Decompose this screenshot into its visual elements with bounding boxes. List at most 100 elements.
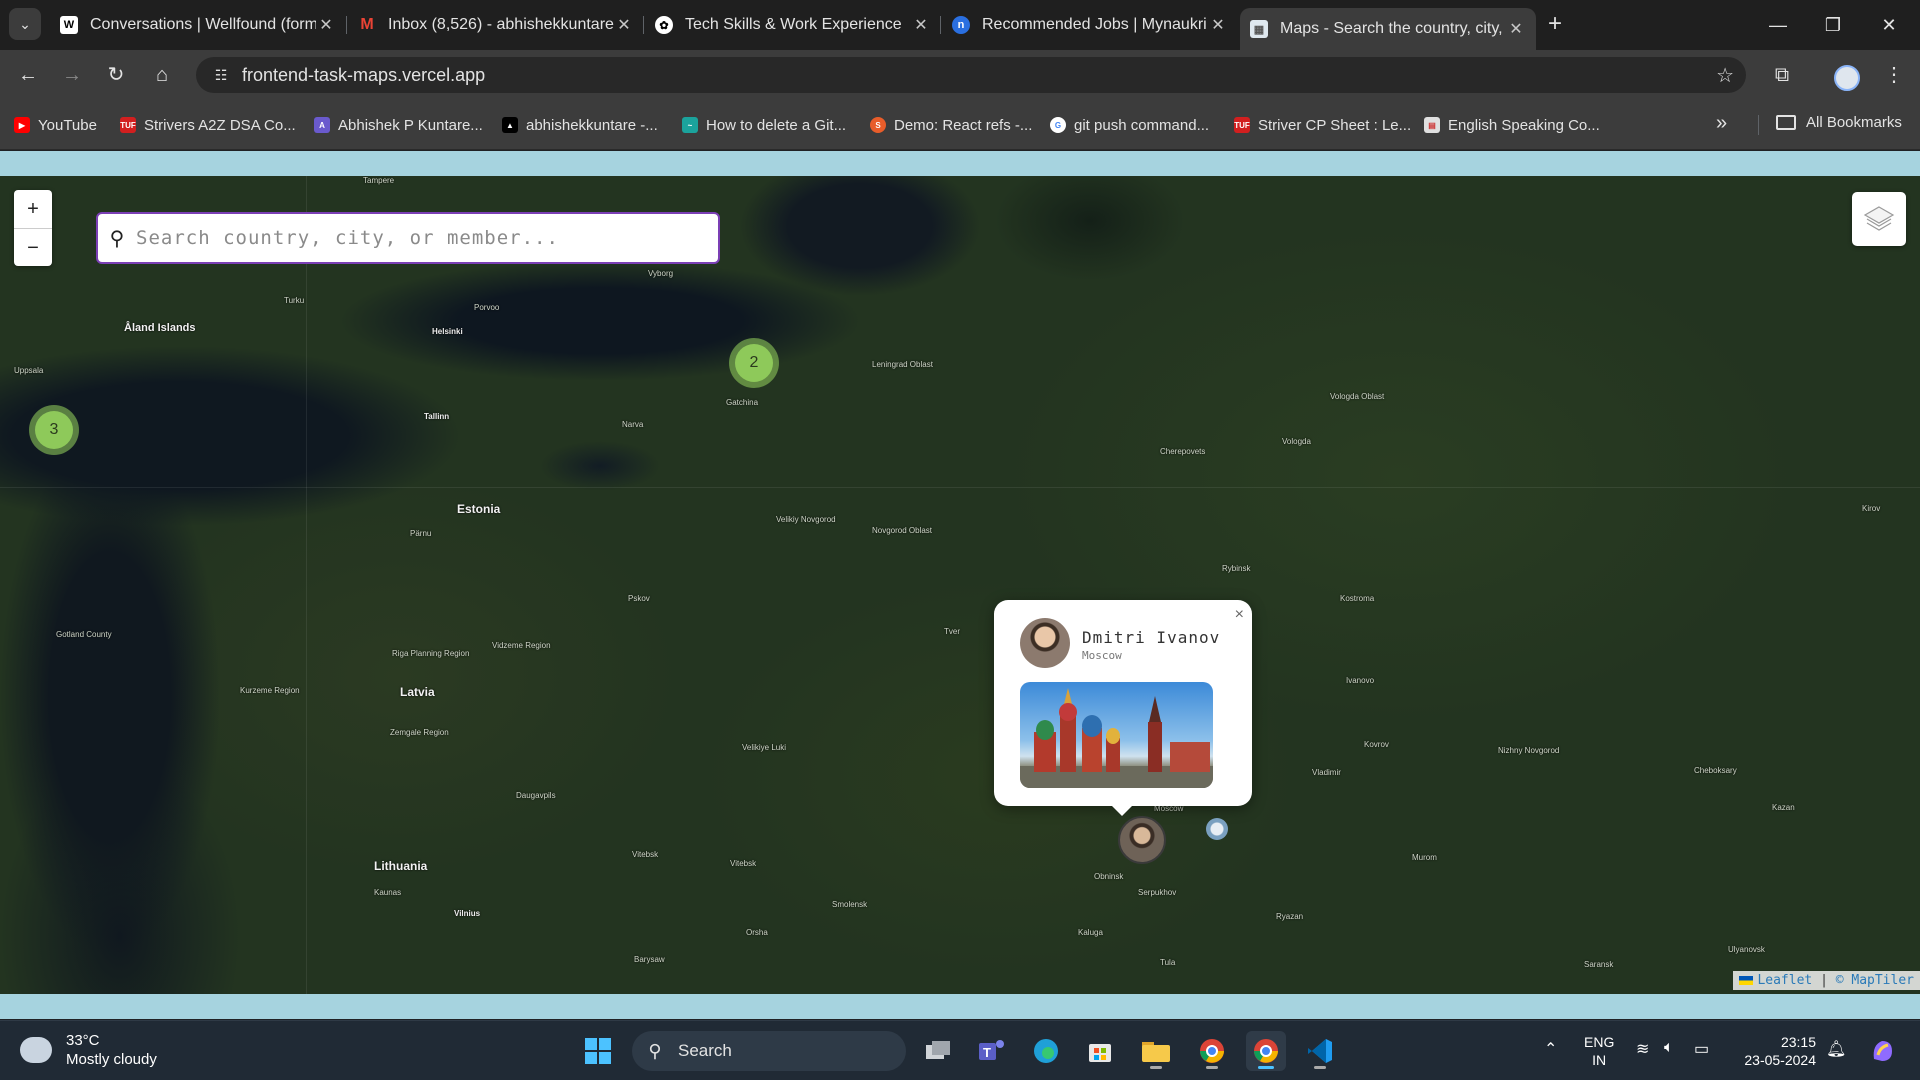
volume-icon[interactable]: 🔈︎ xyxy=(1664,1039,1674,1057)
bookmarks-divider xyxy=(1758,115,1759,135)
map-label: Cheboksary xyxy=(1694,766,1737,775)
bookmark-abhishek-profile[interactable]: A Abhishek P Kuntare... xyxy=(314,114,483,136)
zoom-out-button[interactable]: − xyxy=(14,228,52,266)
bookmark-label: English Speaking Co... xyxy=(1448,116,1600,134)
close-tab-icon[interactable]: ✕ xyxy=(316,15,336,35)
task-view-icon[interactable] xyxy=(918,1031,958,1071)
active-indicator xyxy=(1258,1066,1274,1069)
close-tab-icon[interactable]: ✕ xyxy=(1506,19,1526,39)
bookmark-youtube[interactable]: ▶ YouTube xyxy=(14,114,97,136)
bookmark-strivers-a2z[interactable]: TUF Strivers A2Z DSA Co... xyxy=(120,114,296,136)
chrome-profile-icon[interactable] xyxy=(1192,1031,1232,1071)
bookmark-react-refs[interactable]: S Demo: React refs -... xyxy=(870,114,1032,136)
tab-naukri[interactable]: n Recommended Jobs | Mynaukri ✕ xyxy=(942,8,1238,42)
new-tab-plus-icon[interactable]: + xyxy=(1540,10,1570,40)
tab-gmail[interactable]: M Inbox (8,526) - abhishekkuntare ✕ xyxy=(348,8,644,42)
battery-icon[interactable]: ▭ xyxy=(1694,1039,1709,1059)
bookmark-git-delete[interactable]: ~ How to delete a Git... xyxy=(682,114,846,136)
clock-date: 23-05-2024 xyxy=(1744,1052,1816,1068)
marker-cluster[interactable]: 2 xyxy=(729,338,779,388)
running-indicator xyxy=(1314,1066,1326,1069)
reload-icon[interactable]: ↻ xyxy=(100,59,132,91)
file-explorer-icon[interactable] xyxy=(1136,1031,1176,1071)
running-indicator xyxy=(1150,1066,1162,1069)
map-label: Vidzeme Region xyxy=(492,641,551,650)
tab-divider xyxy=(940,16,941,34)
weather-condition: Mostly cloudy xyxy=(66,1051,157,1068)
close-tab-icon[interactable]: ✕ xyxy=(614,15,634,35)
weather-widget[interactable]: 33°C Mostly cloudy xyxy=(16,1031,157,1069)
minimize-icon[interactable]: — xyxy=(1755,10,1801,40)
home-icon[interactable]: ⌂ xyxy=(146,59,178,91)
marker-cluster[interactable]: 3 xyxy=(29,405,79,455)
copilot-icon[interactable] xyxy=(1862,1031,1902,1071)
vscode-icon[interactable] xyxy=(1300,1031,1340,1071)
taskbar-search-label: Search xyxy=(678,1041,732,1060)
edge-browser-icon[interactable] xyxy=(1026,1031,1066,1071)
system-clock[interactable]: 23:15 23-05-2024 xyxy=(1736,1033,1816,1069)
bookmark-english-speaking[interactable]: ▤ English Speaking Co... xyxy=(1424,114,1600,136)
wifi-icon[interactable]: ≋ xyxy=(1636,1039,1649,1059)
tab-maps[interactable]: ▦ Maps - Search the country, city, ✕ xyxy=(1240,8,1536,50)
member-avatar xyxy=(1020,618,1070,668)
map-label: Åland Islands xyxy=(124,322,196,334)
microsoft-store-icon[interactable] xyxy=(1080,1031,1120,1071)
extensions-puzzle-icon[interactable]: ⧉ xyxy=(1766,59,1798,91)
map-label: Daugavpils xyxy=(516,791,556,800)
bookmark-striver-cp[interactable]: TUF Striver CP Sheet : Le... xyxy=(1234,114,1411,136)
restore-icon[interactable]: ❐ xyxy=(1810,10,1856,40)
wellfound-icon: W xyxy=(60,16,78,34)
windows-start-icon[interactable] xyxy=(578,1031,618,1071)
all-bookmarks-button[interactable]: All Bookmarks xyxy=(1776,114,1902,131)
bookmark-git-push[interactable]: G git push command... xyxy=(1050,114,1209,136)
chrome-active-icon[interactable] xyxy=(1246,1031,1286,1071)
map-label: Tula xyxy=(1160,958,1176,967)
map-attribution: Leaflet | © MapTiler xyxy=(1733,971,1920,990)
address-bar[interactable]: ☷ frontend-task-maps.vercel.app ☆ xyxy=(196,57,1746,93)
url-text[interactable]: frontend-task-maps.vercel.app xyxy=(242,65,485,86)
close-tab-icon[interactable]: ✕ xyxy=(911,15,931,35)
taskbar-search-box[interactable]: ⚲ Search xyxy=(632,1031,906,1071)
close-window-icon[interactable]: ✕ xyxy=(1866,10,1912,40)
site-info-icon[interactable]: ☷ xyxy=(202,67,240,84)
popup-close-button[interactable]: × xyxy=(1235,606,1244,624)
language-indicator[interactable]: ENG IN xyxy=(1584,1033,1614,1069)
bookmark-label: Strivers A2Z DSA Co... xyxy=(144,116,296,134)
graticule-line xyxy=(0,487,1920,488)
notification-bell-icon[interactable]: 🔔︎ xyxy=(1826,1039,1846,1059)
member-city: Moscow xyxy=(1082,649,1122,662)
tab-search-chevron-icon[interactable]: ⌄ xyxy=(9,8,41,40)
maptiler-link[interactable]: © MapTiler xyxy=(1836,973,1914,988)
map-label: Estonia xyxy=(457,502,501,516)
zoom-in-button[interactable]: + xyxy=(14,190,52,228)
forward-arrow-icon[interactable]: → xyxy=(56,59,88,91)
zoom-control: + − xyxy=(14,190,52,266)
bookmark-vercel[interactable]: ▲ abhishekkuntare -... xyxy=(502,114,658,136)
tab-wellfound[interactable]: W Conversations | Wellfound (form ✕ xyxy=(50,8,346,42)
search-icon: ⚲ xyxy=(109,227,125,250)
bookmark-star-icon[interactable]: ☆ xyxy=(1716,63,1734,88)
tab-chatgpt[interactable]: ✿ Tech Skills & Work Experience ✕ xyxy=(645,8,941,42)
show-hidden-icons-chevron-icon[interactable]: ⌃ xyxy=(1544,1039,1557,1059)
more-bookmarks-chevron-icon[interactable]: » xyxy=(1716,112,1727,135)
teams-icon[interactable]: T xyxy=(972,1031,1012,1071)
leaflet-link[interactable]: Leaflet xyxy=(1757,973,1812,988)
map-label: Rybinsk xyxy=(1222,564,1251,573)
map-label: Velikiy Novgorod xyxy=(776,515,836,524)
menu-kebab-icon[interactable]: ⋮ xyxy=(1878,59,1910,91)
search-input[interactable] xyxy=(136,227,696,249)
layers-control-button[interactable] xyxy=(1852,192,1906,246)
search-icon: ⚲ xyxy=(648,1040,662,1061)
map-label: Serpukhov xyxy=(1138,888,1177,897)
map-label: Tampere xyxy=(363,176,395,185)
close-tab-icon[interactable]: ✕ xyxy=(1208,15,1228,35)
naukri-icon: n xyxy=(952,16,970,34)
member-map-marker[interactable] xyxy=(1118,816,1166,864)
map-canvas[interactable]: Tampere Turku Åland Islands Helsinki Por… xyxy=(0,176,1920,994)
member-map-marker[interactable] xyxy=(1206,818,1228,840)
map-label: Ulyanovsk xyxy=(1728,945,1765,954)
back-arrow-icon[interactable]: ← xyxy=(12,59,44,91)
tuf-icon: TUF xyxy=(1234,117,1250,133)
profile-avatar[interactable] xyxy=(1834,65,1860,91)
map-label: Leningrad Oblast xyxy=(872,360,933,369)
